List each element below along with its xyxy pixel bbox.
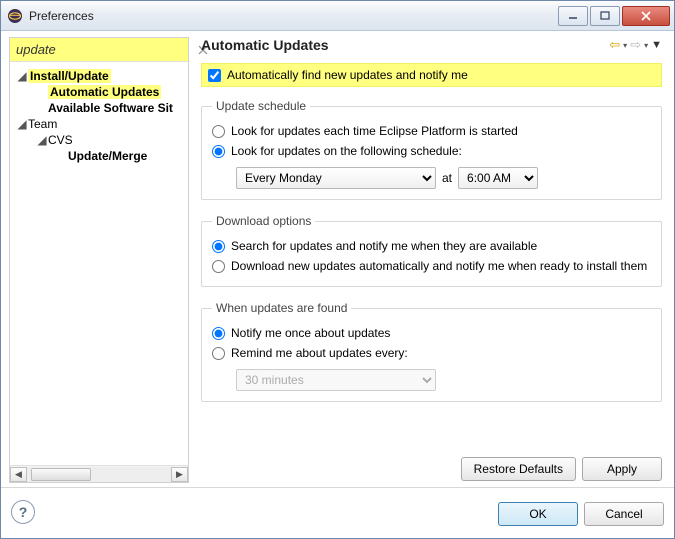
forward-icon: ⇨ bbox=[630, 37, 641, 53]
scroll-track[interactable] bbox=[27, 467, 171, 482]
remind-every-label: Remind me about updates every: bbox=[231, 346, 408, 360]
filter-input[interactable] bbox=[14, 40, 196, 59]
help-button[interactable]: ? bbox=[11, 500, 35, 524]
tree-update-merge[interactable]: ◢Update/Merge bbox=[12, 148, 186, 164]
update-schedule-group: Update schedule Look for updates each ti… bbox=[201, 99, 662, 200]
eclipse-icon bbox=[7, 8, 23, 24]
maximize-button[interactable] bbox=[590, 6, 620, 26]
expand-icon[interactable]: ◢ bbox=[16, 69, 28, 83]
filter-box[interactable] bbox=[10, 38, 188, 62]
titlebar[interactable]: Preferences bbox=[1, 1, 674, 31]
notify-once-row: Notify me once about updates bbox=[212, 323, 651, 343]
schedule-time-select[interactable]: 6:00 AM bbox=[458, 167, 538, 189]
cancel-button[interactable]: Cancel bbox=[584, 502, 664, 526]
updates-found-legend: When updates are found bbox=[212, 301, 351, 315]
tree-team[interactable]: ◢Team bbox=[12, 116, 186, 132]
horizontal-scrollbar[interactable]: ◀ ▶ bbox=[10, 465, 188, 482]
scroll-right-button[interactable]: ▶ bbox=[171, 467, 188, 482]
tree-available-software[interactable]: ◢Available Software Sit bbox=[12, 100, 186, 116]
preferences-tree[interactable]: ◢Install/Update ◢Automatic Updates ◢Avai… bbox=[10, 62, 188, 465]
dialog-body: ◢Install/Update ◢Automatic Updates ◢Avai… bbox=[1, 31, 674, 538]
minimize-button[interactable] bbox=[558, 6, 588, 26]
schedule-day-select[interactable]: Every Monday bbox=[236, 167, 436, 189]
download-auto-label: Download new updates automatically and n… bbox=[231, 259, 647, 273]
page-toolbar: ⇦▾ ⇨▾ ▼ bbox=[609, 37, 662, 53]
page-title: Automatic Updates bbox=[201, 37, 609, 53]
tree-automatic-updates[interactable]: ◢Automatic Updates bbox=[12, 84, 186, 100]
close-button[interactable] bbox=[622, 6, 670, 26]
remind-every-row: Remind me about updates every: bbox=[212, 343, 651, 363]
view-menu-icon[interactable]: ▼ bbox=[651, 39, 662, 51]
enable-auto-update-row: Automatically find new updates and notif… bbox=[201, 63, 662, 87]
back-dropdown-icon[interactable]: ▾ bbox=[623, 41, 627, 50]
page-button-row: Restore Defaults Apply bbox=[201, 451, 662, 483]
schedule-picker-row: Every Monday at 6:00 AM bbox=[212, 161, 651, 189]
expand-icon[interactable]: ◢ bbox=[16, 117, 28, 131]
notify-once-radio[interactable] bbox=[212, 327, 225, 340]
remind-interval-select: 30 minutes bbox=[236, 369, 436, 391]
scroll-left-button[interactable]: ◀ bbox=[10, 467, 27, 482]
download-notify-radio[interactable] bbox=[212, 240, 225, 253]
back-icon[interactable]: ⇦ bbox=[609, 37, 620, 53]
preferences-window: Preferences ◢Install/Update ◢Automatic U… bbox=[0, 0, 675, 539]
download-notify-label: Search for updates and notify me when th… bbox=[231, 239, 537, 253]
download-notify-row: Search for updates and notify me when th… bbox=[212, 236, 651, 256]
ok-button[interactable]: OK bbox=[498, 502, 578, 526]
right-panel: Automatic Updates ⇦▾ ⇨▾ ▼ Automatically … bbox=[195, 37, 666, 483]
left-panel: ◢Install/Update ◢Automatic Updates ◢Avai… bbox=[9, 37, 189, 483]
scroll-thumb[interactable] bbox=[31, 468, 91, 481]
schedule-on-startup-label: Look for updates each time Eclipse Platf… bbox=[231, 124, 518, 138]
forward-dropdown-icon[interactable]: ▾ bbox=[644, 41, 648, 50]
apply-button[interactable]: Apply bbox=[582, 457, 662, 481]
page-header: Automatic Updates ⇦▾ ⇨▾ ▼ bbox=[201, 37, 662, 53]
tree-install-update[interactable]: ◢Install/Update bbox=[12, 68, 186, 84]
update-schedule-legend: Update schedule bbox=[212, 99, 310, 113]
download-options-legend: Download options bbox=[212, 214, 315, 228]
schedule-on-startup-row: Look for updates each time Eclipse Platf… bbox=[212, 121, 651, 141]
download-options-group: Download options Search for updates and … bbox=[201, 214, 662, 287]
notify-once-label: Notify me once about updates bbox=[231, 326, 390, 340]
schedule-custom-radio[interactable] bbox=[212, 145, 225, 158]
dialog-footer: ? OK Cancel bbox=[1, 487, 674, 538]
download-auto-radio[interactable] bbox=[212, 260, 225, 273]
tree-cvs[interactable]: ◢CVS bbox=[12, 132, 186, 148]
schedule-on-startup-radio[interactable] bbox=[212, 125, 225, 138]
download-auto-row: Download new updates automatically and n… bbox=[212, 256, 651, 276]
updates-found-group: When updates are found Notify me once ab… bbox=[201, 301, 662, 402]
window-buttons bbox=[556, 6, 670, 26]
restore-defaults-button[interactable]: Restore Defaults bbox=[461, 457, 576, 481]
schedule-custom-row: Look for updates on the following schedu… bbox=[212, 141, 651, 161]
expand-icon[interactable]: ◢ bbox=[36, 133, 48, 147]
schedule-custom-label: Look for updates on the following schedu… bbox=[231, 144, 462, 158]
enable-auto-update-label: Automatically find new updates and notif… bbox=[227, 68, 468, 82]
remind-every-radio[interactable] bbox=[212, 347, 225, 360]
schedule-at-label: at bbox=[442, 171, 452, 185]
remind-interval-row: 30 minutes bbox=[212, 363, 651, 391]
window-title: Preferences bbox=[29, 9, 556, 23]
enable-auto-update-checkbox[interactable] bbox=[208, 69, 221, 82]
